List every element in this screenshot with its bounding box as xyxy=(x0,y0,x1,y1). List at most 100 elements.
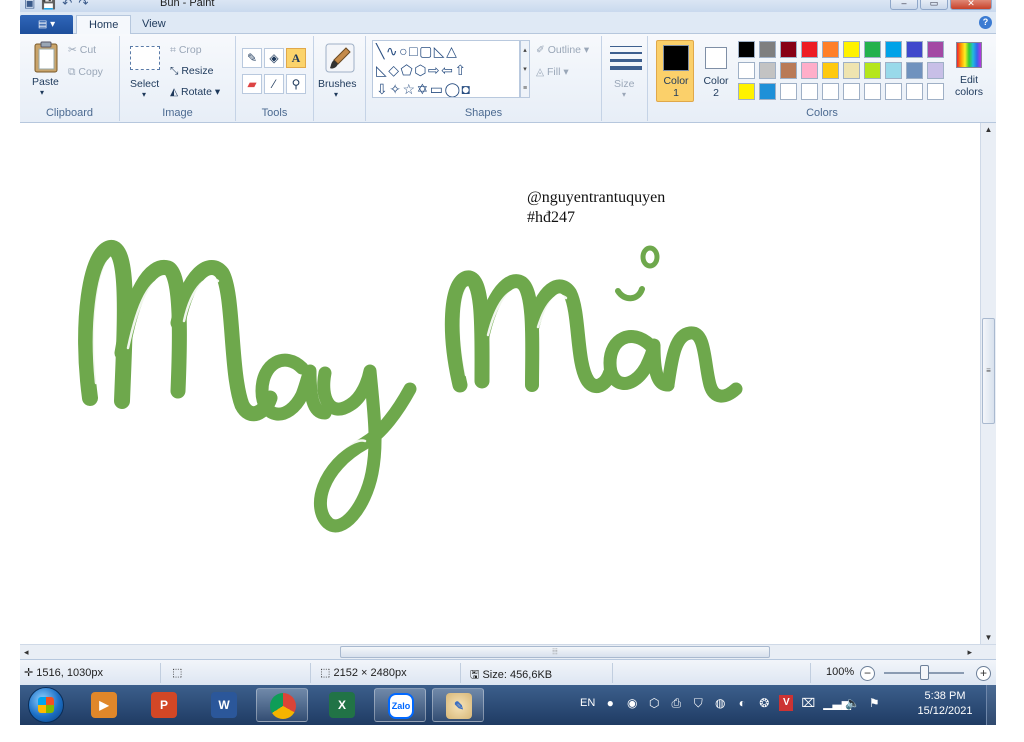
start-button[interactable] xyxy=(28,687,64,723)
minimize-button[interactable]: – xyxy=(890,0,918,10)
edit-colors-button[interactable]: Edit colors xyxy=(948,42,990,98)
crop-button[interactable]: ⌗ Crop xyxy=(170,44,202,57)
palette-swatch[interactable] xyxy=(864,62,881,79)
undo-icon[interactable]: ↶ xyxy=(62,0,72,10)
palette-swatch[interactable] xyxy=(738,41,755,58)
signal-icon[interactable]: ▁▃▅ xyxy=(823,695,851,711)
shapes-scroll[interactable]: ▴ ▾ ≡ xyxy=(520,40,530,98)
vertical-scrollbar[interactable]: ▲ ≡ ▼ xyxy=(980,123,996,644)
close-button[interactable]: ✕ xyxy=(950,0,992,10)
outline-button[interactable]: ✐ Outline ▾ xyxy=(536,44,589,56)
paste-button[interactable] xyxy=(32,40,60,77)
palette-swatch[interactable] xyxy=(927,41,944,58)
chrome-tray-icon[interactable]: ◐ xyxy=(735,695,749,711)
palette-swatch[interactable] xyxy=(822,41,839,58)
zoom-slider-knob[interactable] xyxy=(920,665,929,680)
taskbar-powerpoint[interactable]: P xyxy=(138,688,190,722)
palette-swatch[interactable] xyxy=(927,62,944,79)
eraser-icon[interactable]: ▰ xyxy=(242,74,262,94)
system-clock[interactable]: 5:38 PM 15/12/2021 xyxy=(910,689,980,719)
copy-button[interactable]: ⧉ Copy xyxy=(68,66,103,79)
volume-icon[interactable]: 🔈 xyxy=(845,695,860,711)
palette-swatch[interactable] xyxy=(738,83,755,100)
color-2-button[interactable]: Color 2 xyxy=(696,40,734,102)
select-dropdown-icon[interactable]: ▾ xyxy=(142,90,146,99)
device-icon[interactable]: ⌧ xyxy=(801,695,815,711)
taskbar-word[interactable]: W xyxy=(198,688,250,722)
taskbar-media-player[interactable]: ▶ xyxy=(78,688,130,722)
palette-swatch[interactable] xyxy=(864,41,881,58)
palette-swatch[interactable] xyxy=(759,41,776,58)
magnifier-icon[interactable]: ⚲ xyxy=(286,74,306,94)
taskbar-excel[interactable]: X xyxy=(316,688,368,722)
palette-swatch[interactable] xyxy=(864,83,881,100)
brush-icon[interactable] xyxy=(324,42,356,77)
palette-swatch[interactable] xyxy=(801,83,818,100)
color-picker-icon[interactable]: ⁄ xyxy=(264,74,284,94)
line-size-icon[interactable] xyxy=(610,44,642,73)
palette-swatch[interactable] xyxy=(843,83,860,100)
palette-swatch[interactable] xyxy=(885,83,902,100)
antivirus-icon[interactable]: V xyxy=(779,695,794,711)
steam-icon[interactable]: ◍ xyxy=(713,695,727,711)
rotate-button[interactable]: ◭ Rotate ▾ xyxy=(170,86,220,98)
tab-view[interactable]: View xyxy=(130,15,178,35)
scroll-left-icon[interactable]: ◂ xyxy=(24,645,29,659)
size-label[interactable]: Size xyxy=(614,78,634,90)
paste-dropdown-icon[interactable]: ▾ xyxy=(40,88,44,97)
action-center-icon[interactable]: ⚑ xyxy=(867,695,881,711)
palette-swatch[interactable] xyxy=(885,62,902,79)
resize-button[interactable]: ⤡ Resize xyxy=(170,65,213,78)
palette-swatch[interactable] xyxy=(843,62,860,79)
palette-swatch[interactable] xyxy=(927,83,944,100)
palette-swatch[interactable] xyxy=(822,62,839,79)
bag-icon[interactable]: ⛉ xyxy=(691,695,705,711)
paste-label[interactable]: Paste xyxy=(32,76,59,88)
taskbar-zalo[interactable]: Zalo xyxy=(374,688,426,722)
shapes-gallery[interactable]: ╲∿○□▢◺△ ◺◇⬠⬡⇨⇦⇧ ⇩✧☆✡▭◯◘ xyxy=(372,40,520,98)
taskbar-chrome[interactable] xyxy=(256,688,308,722)
palette-swatch[interactable] xyxy=(822,83,839,100)
save-icon[interactable]: 💾 xyxy=(41,0,56,10)
pencil-icon[interactable]: ✎ xyxy=(242,48,262,68)
zoom-out-icon[interactable]: − xyxy=(860,666,875,681)
network-tray-icon[interactable]: ◉ xyxy=(625,695,639,711)
palette-swatch[interactable] xyxy=(759,62,776,79)
palette-swatch[interactable] xyxy=(906,83,923,100)
brushes-label[interactable]: Brushes xyxy=(318,78,357,90)
horizontal-scrollbar[interactable]: ◂ ⦙⦙⦙ ▸ xyxy=(20,644,996,659)
tab-home[interactable]: Home xyxy=(76,15,132,35)
palette-swatch[interactable] xyxy=(801,62,818,79)
printer-icon[interactable]: ⎙ xyxy=(669,695,683,711)
fill-button[interactable]: ◬ Fill ▾ xyxy=(536,66,569,78)
scroll-right-icon[interactable]: ▸ xyxy=(967,645,972,659)
scroll-down-icon[interactable]: ▼ xyxy=(981,633,996,642)
palette-swatch[interactable] xyxy=(885,41,902,58)
palette-swatch[interactable] xyxy=(906,41,923,58)
show-desktop-button[interactable] xyxy=(986,685,996,725)
drawing-canvas[interactable]: @nguyentrantuquyen #hđ247 xyxy=(20,123,980,644)
file-menu-button[interactable]: ▤ ▾ xyxy=(20,15,73,34)
maximize-button[interactable]: ▭ xyxy=(920,0,948,10)
cut-button[interactable]: ✂ Cut xyxy=(68,44,96,56)
language-indicator[interactable]: EN xyxy=(580,695,595,711)
palette-swatch[interactable] xyxy=(801,41,818,58)
palette-swatch[interactable] xyxy=(780,62,797,79)
vertical-scroll-thumb[interactable]: ≡ xyxy=(982,318,995,424)
shield-icon[interactable]: ⬡ xyxy=(647,695,661,711)
text-tool-icon[interactable]: A xyxy=(286,48,306,68)
zoom-in-icon[interactable]: + xyxy=(976,666,991,681)
horizontal-scroll-thumb[interactable]: ⦙⦙⦙ xyxy=(340,646,770,658)
taskbar-paint[interactable]: ✎ xyxy=(432,688,484,722)
size-dropdown-icon[interactable]: ▾ xyxy=(622,90,626,99)
palette-swatch[interactable] xyxy=(759,83,776,100)
palette-swatch[interactable] xyxy=(780,83,797,100)
palette-swatch[interactable] xyxy=(780,41,797,58)
colorful-tray-icon[interactable]: ❂ xyxy=(757,695,771,711)
select-icon[interactable] xyxy=(130,46,160,70)
scroll-up-icon[interactable]: ▲ xyxy=(981,125,996,134)
color-1-button[interactable]: Color 1 xyxy=(656,40,694,102)
palette-swatch[interactable] xyxy=(906,62,923,79)
palette-swatch[interactable] xyxy=(738,62,755,79)
palette-swatch[interactable] xyxy=(843,41,860,58)
